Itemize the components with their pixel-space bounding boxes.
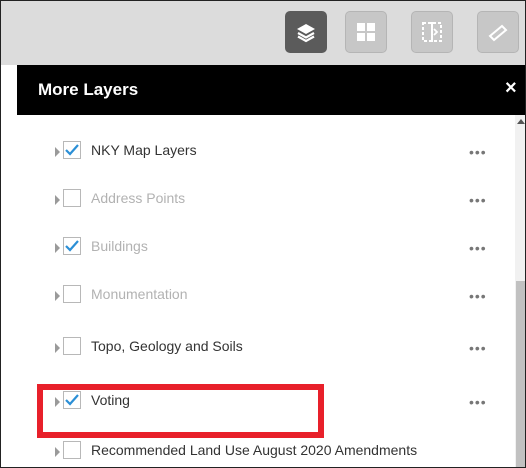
expand-caret-icon[interactable] — [55, 343, 60, 353]
layer-checkbox[interactable] — [63, 441, 81, 459]
layers-button[interactable] — [285, 11, 327, 53]
scroll-up-arrow-icon[interactable] — [517, 119, 525, 124]
app-frame: More Layers × NKY Map Layers ••• Address… — [0, 0, 526, 468]
layer-label: Recommended Land Use August 2020 Amendme… — [91, 442, 418, 458]
more-options-icon[interactable]: ••• — [469, 241, 487, 255]
more-options-icon[interactable]: ••• — [469, 341, 487, 355]
layers-icon — [295, 21, 317, 43]
layer-label: Monumentation — [91, 286, 188, 302]
layer-row-nky-map-layers[interactable]: NKY Map Layers ••• — [17, 129, 515, 177]
layer-checkbox[interactable] — [63, 237, 81, 255]
panel-header: More Layers × — [17, 65, 525, 115]
layer-row-topo-geology-soils[interactable]: Topo, Geology and Soils ••• — [17, 325, 515, 373]
measure-button[interactable] — [477, 11, 519, 53]
more-options-icon[interactable]: ••• — [469, 145, 487, 159]
more-options-icon[interactable]: ••• — [469, 395, 487, 409]
more-options-icon[interactable]: ••• — [469, 289, 487, 303]
expand-caret-icon[interactable] — [55, 147, 60, 157]
toolbar — [1, 1, 525, 65]
scrollbar-thumb[interactable] — [516, 281, 525, 467]
expand-caret-icon[interactable] — [55, 447, 60, 457]
scrollbar[interactable] — [515, 115, 525, 467]
layer-row-buildings[interactable]: Buildings ••• — [17, 225, 515, 273]
layer-label: Address Points — [91, 190, 186, 206]
layer-label: Topo, Geology and Soils — [91, 338, 243, 354]
swipe-button[interactable] — [411, 11, 453, 53]
expand-caret-icon[interactable] — [55, 291, 60, 301]
layer-checkbox[interactable] — [63, 337, 81, 355]
layer-checkbox[interactable] — [63, 189, 81, 207]
layer-row-monumentation[interactable]: Monumentation ••• — [17, 273, 515, 321]
layer-label: Buildings — [91, 238, 148, 254]
highlight-box — [37, 384, 324, 438]
panel-title: More Layers — [38, 80, 139, 99]
basemap-gallery-button[interactable] — [345, 11, 387, 53]
swipe-icon — [421, 21, 443, 43]
layer-checkbox[interactable] — [63, 285, 81, 303]
measure-icon — [487, 21, 509, 43]
grid-icon — [355, 21, 377, 43]
layer-label: NKY Map Layers — [91, 142, 197, 158]
close-icon[interactable]: × — [505, 77, 517, 100]
more-options-icon[interactable]: ••• — [469, 193, 487, 207]
expand-caret-icon[interactable] — [55, 243, 60, 253]
layer-checkbox[interactable] — [63, 141, 81, 159]
expand-caret-icon[interactable] — [55, 195, 60, 205]
layer-row-address-points[interactable]: Address Points ••• — [17, 177, 515, 225]
